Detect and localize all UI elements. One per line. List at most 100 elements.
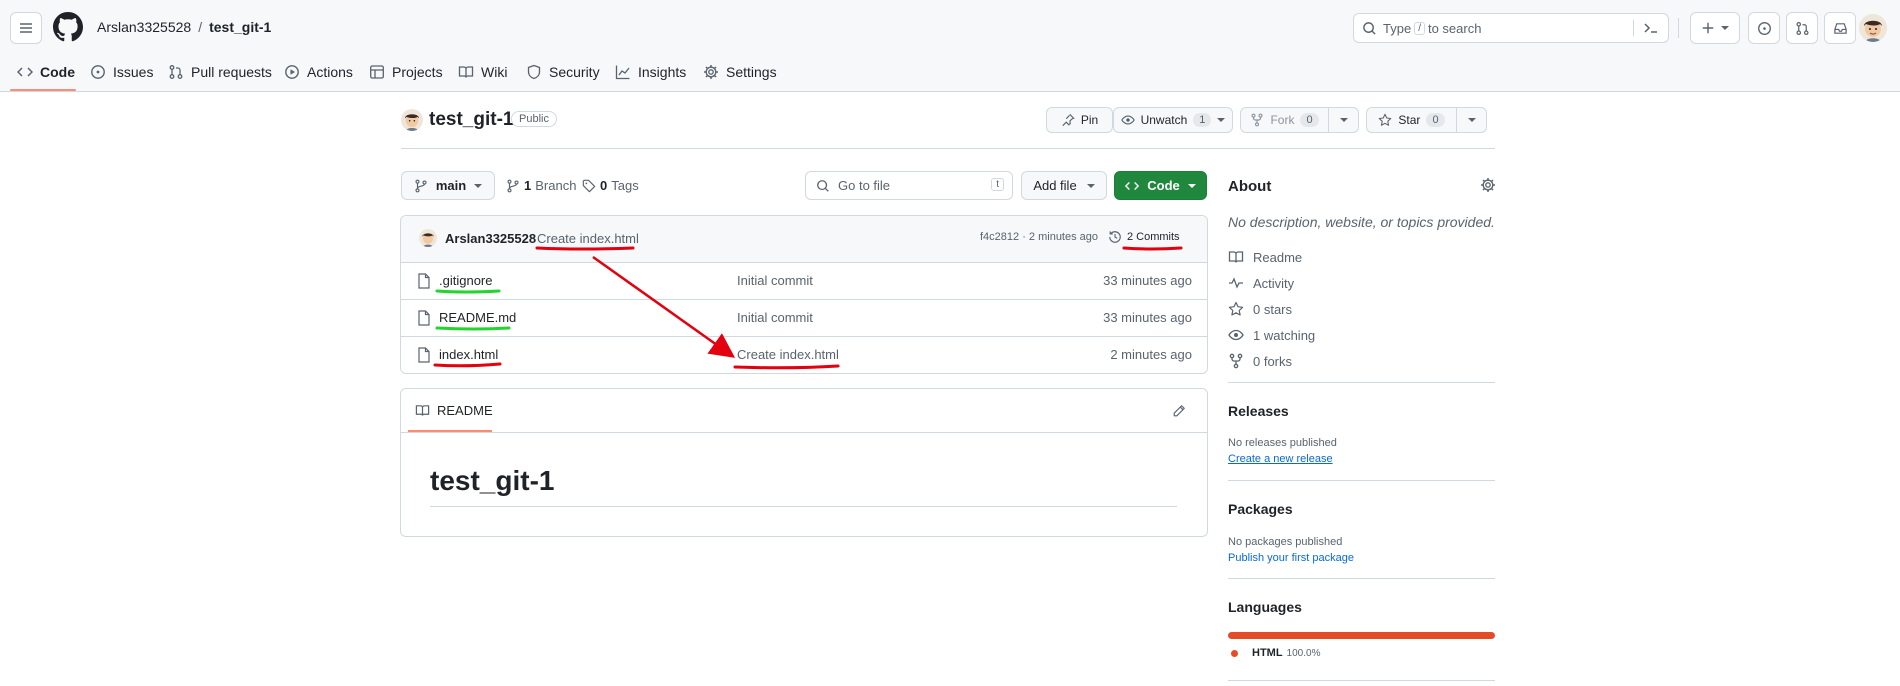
avatar-face-icon (401, 109, 423, 131)
tags-link[interactable]: 0 Tags (582, 178, 639, 193)
sidebar-divider (1228, 480, 1495, 481)
go-to-file-placeholder: Go to file (838, 178, 891, 193)
tab-wiki-label: Wiki (481, 64, 508, 80)
pin-label: Pin (1080, 113, 1099, 127)
fork-count: 0 (1300, 113, 1319, 127)
pulse-icon (1229, 277, 1243, 289)
caret-down-icon (1217, 118, 1226, 122)
pin-button[interactable]: Pin (1046, 107, 1113, 133)
caret-down-icon (1721, 26, 1729, 30)
star-count: 0 (1426, 113, 1445, 127)
graph-icon (615, 65, 630, 80)
tab-wiki[interactable]: Wiki (458, 60, 507, 84)
file-row[interactable]: README.md Initial commit 33 minutes ago (401, 299, 1207, 336)
file-commit-message[interactable]: Initial commit (737, 310, 813, 325)
code-icon (1125, 181, 1140, 190)
file-commit-time: 33 minutes ago (1103, 310, 1192, 325)
tab-security[interactable]: Security (526, 60, 600, 84)
pencil-icon[interactable] (1172, 404, 1186, 418)
search-suffix: to search (1427, 20, 1482, 36)
about-stars-link[interactable]: 0 stars (1228, 301, 1292, 317)
commits-link[interactable]: 2 Commits (1108, 230, 1180, 244)
readme-header-divider (401, 432, 1207, 433)
publish-package-link[interactable]: Publish your first package (1228, 552, 1354, 564)
sidebar-divider (1228, 680, 1495, 681)
repo-title: test_git-1 (429, 109, 514, 130)
fork-dropdown-button[interactable] (1328, 107, 1359, 133)
menu-button[interactable] (10, 12, 42, 44)
readme-tab[interactable]: README (415, 403, 493, 418)
star-dropdown-button[interactable] (1456, 107, 1487, 133)
create-release-link[interactable]: Create a new release (1228, 453, 1333, 465)
file-commit-message[interactable]: Initial commit (737, 273, 813, 288)
eye-icon (1120, 115, 1135, 125)
releases-title[interactable]: Releases (1228, 403, 1289, 419)
star-button[interactable]: Star 0 (1366, 107, 1457, 133)
tab-issues[interactable]: Issues (90, 60, 153, 84)
file-row[interactable]: index.html Create index.html 2 minutes a… (401, 336, 1207, 373)
file-icon (418, 347, 430, 363)
readme-box (400, 388, 1208, 537)
branch-icon (507, 179, 519, 192)
code-icon (17, 67, 33, 77)
file-name[interactable]: README.md (439, 310, 516, 325)
commit-message[interactable]: Create index.html (537, 231, 639, 246)
table-icon (370, 65, 384, 79)
breadcrumb: Arslan3325528 / test_git-1 (97, 19, 271, 35)
search-prefix: Type (1383, 20, 1412, 36)
title-divider (401, 148, 1495, 149)
tab-pull-requests-label: Pull requests (191, 64, 272, 80)
tab-actions[interactable]: Actions (284, 60, 353, 84)
history-icon (1109, 231, 1121, 243)
branch-icon (415, 179, 427, 192)
branch-name: main (435, 178, 467, 193)
commit-author[interactable]: Arslan3325528 (445, 231, 536, 246)
inbox-button[interactable] (1824, 12, 1856, 44)
code-button[interactable]: Code (1114, 171, 1207, 200)
about-readme-link[interactable]: Readme (1228, 249, 1302, 265)
avatar-face-icon (1859, 14, 1887, 42)
about-watching-link[interactable]: 1 watching (1228, 327, 1315, 343)
file-name[interactable]: index.html (439, 347, 498, 362)
search-input[interactable]: Type / to search (1353, 13, 1669, 43)
pull-request-icon (169, 65, 183, 79)
issue-icon (91, 65, 105, 79)
breadcrumb-owner[interactable]: Arslan3325528 (97, 19, 191, 35)
file-row[interactable]: .gitignore Initial commit 33 minutes ago (401, 262, 1207, 299)
commit-meta[interactable]: f4c2812 · 2 minutes ago (980, 231, 1098, 243)
branches-label: Branch (535, 178, 577, 193)
file-icon (418, 310, 430, 326)
tab-settings[interactable]: Settings (703, 60, 777, 84)
caret-down-icon (1187, 183, 1196, 188)
user-avatar[interactable] (1859, 14, 1887, 42)
fork-button[interactable]: Fork 0 (1240, 107, 1329, 133)
file-commit-message[interactable]: Create index.html (737, 347, 839, 362)
file-name[interactable]: .gitignore (439, 273, 492, 288)
watch-button[interactable]: Unwatch 1 (1113, 107, 1233, 133)
about-activity-link[interactable]: Activity (1228, 275, 1294, 291)
language-percent: 100.0% (1286, 647, 1321, 659)
breadcrumb-separator: / (198, 19, 203, 35)
add-file-button[interactable]: Add file (1021, 171, 1107, 200)
pull-requests-button[interactable] (1786, 12, 1818, 44)
command-palette-icon[interactable] (1643, 21, 1659, 35)
breadcrumb-repo[interactable]: test_git-1 (209, 19, 271, 35)
tab-insights[interactable]: Insights (615, 60, 686, 84)
tab-code[interactable]: Code (17, 60, 75, 84)
tab-projects[interactable]: Projects (369, 60, 443, 84)
about-forks-link[interactable]: 0 forks (1228, 353, 1292, 369)
go-to-file-input[interactable]: Go to file t (805, 171, 1013, 200)
fork-icon (1251, 113, 1263, 127)
tab-pull-requests[interactable]: Pull requests (168, 60, 272, 84)
language-bar-fill-html (1228, 632, 1495, 639)
book-icon (415, 405, 430, 416)
packages-title[interactable]: Packages (1228, 501, 1293, 517)
github-logo[interactable] (53, 12, 83, 42)
gear-icon[interactable] (1480, 177, 1496, 193)
create-new-button[interactable] (1690, 12, 1740, 44)
add-file-label: Add file (1033, 178, 1077, 193)
branches-link[interactable]: 1 Branch (506, 178, 576, 193)
branch-select[interactable]: main (401, 171, 495, 200)
issues-button[interactable] (1748, 12, 1780, 44)
language-item[interactable]: HTML 100.0% (1231, 647, 1320, 659)
